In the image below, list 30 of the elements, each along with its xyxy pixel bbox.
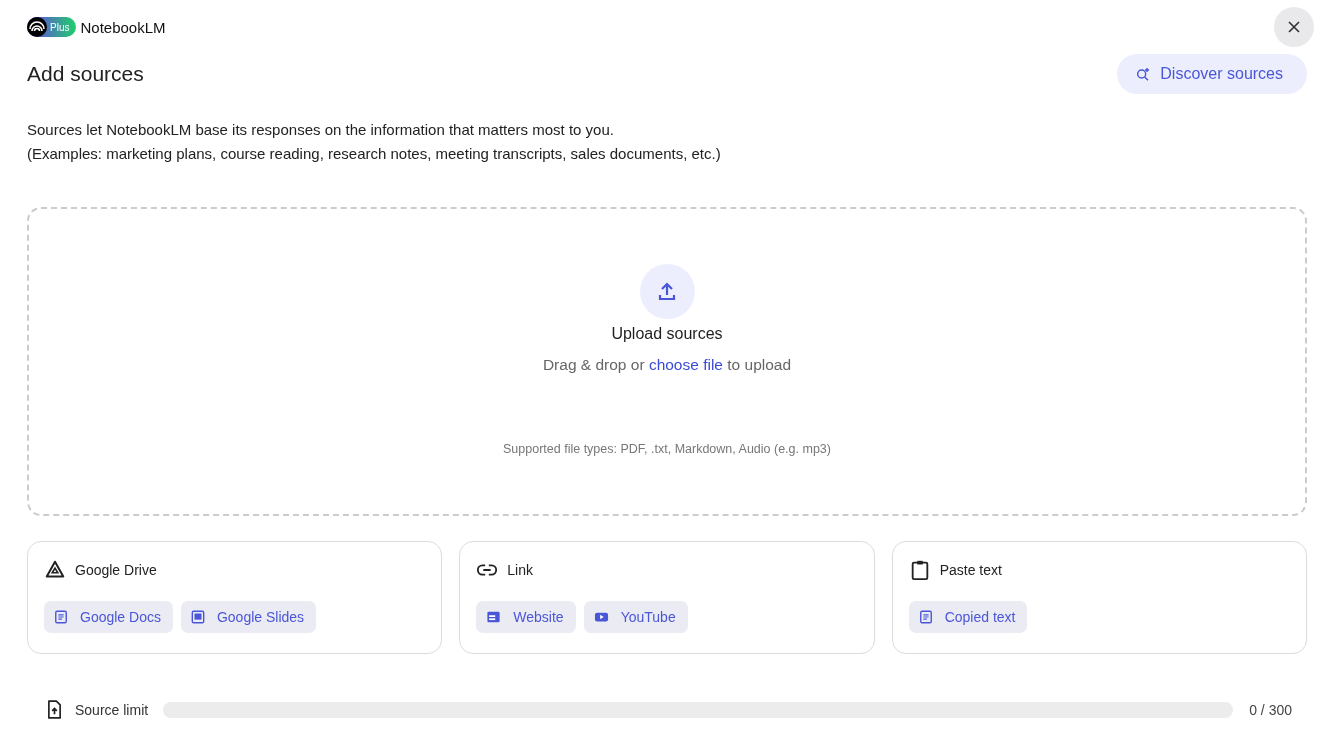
- browser-window-icon: [486, 610, 502, 624]
- card-title: Google Drive: [75, 562, 157, 578]
- description-text: Sources let NotebookLM base its responses on the information that matters most to you.: [27, 120, 615, 140]
- source-chip[interactable]: Google Slides: [180, 601, 317, 633]
- source-chip[interactable]: YouTube: [583, 601, 688, 633]
- source-chip[interactable]: Google Docs: [44, 601, 173, 633]
- choose-file-link[interactable]: choose file: [648, 356, 723, 373]
- video-play-icon: [593, 610, 609, 624]
- card-title: Link: [507, 562, 533, 578]
- upload-title: Upload sources: [611, 325, 723, 343]
- source-chip[interactable]: Website: [476, 601, 576, 633]
- logo-icon: [27, 17, 47, 37]
- card-title: Paste text: [939, 562, 1002, 578]
- file-upload-icon: [47, 700, 62, 719]
- upload-hint: Drag & drop or choose file to upload: [542, 356, 792, 374]
- discover-sources-button[interactable]: Discover sources: [1117, 54, 1307, 94]
- slides-icon: [190, 610, 205, 624]
- source-count: 0 / 300: [1249, 701, 1292, 718]
- document-icon: [918, 610, 933, 624]
- close-button[interactable]: [1274, 7, 1314, 47]
- source-chip[interactable]: Copied text: [908, 601, 1028, 633]
- plus-badge: Plus: [27, 17, 77, 37]
- app-name: NotebookLM: [80, 18, 166, 36]
- search-sparkle-icon: [1135, 66, 1152, 82]
- upload-dropzone[interactable]: Upload sources Drag & drop or choose file to upload Supported file types: PDF, .txt, Markdown, Audio (e.g. mp3): [27, 207, 1307, 516]
- description-text: (Examples: marketing plans, course reading, research notes, meeting transcripts, sales documents, etc.): [27, 144, 722, 164]
- supported-file-types: Supported file types: PDF, .txt, Markdown, Audio (e.g. mp3): [503, 442, 831, 456]
- document-icon: [54, 610, 68, 624]
- page-title: Add sources: [27, 62, 144, 86]
- source-limit-label: Source limit: [75, 701, 149, 718]
